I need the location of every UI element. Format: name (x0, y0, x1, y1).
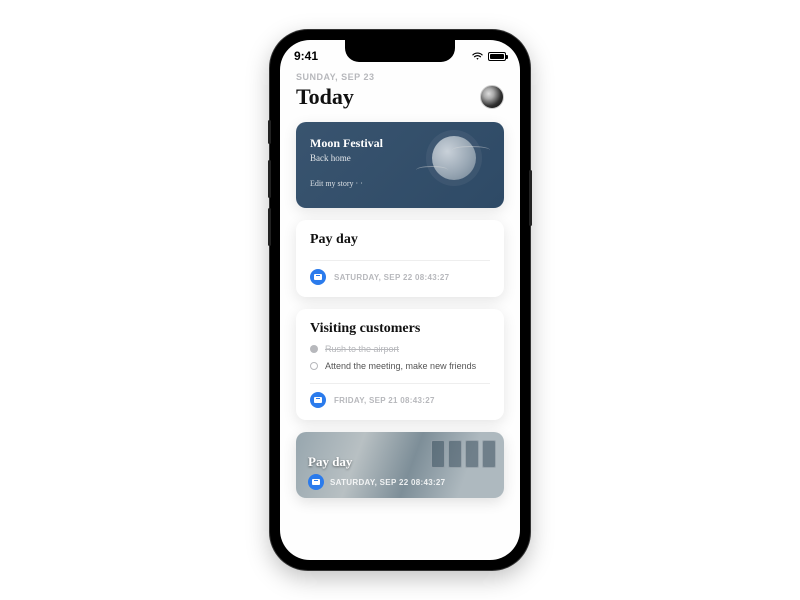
status-time: 9:41 (294, 49, 318, 63)
phone-side-button (268, 160, 271, 198)
task-row[interactable]: Attend the meeting, make new friends (310, 361, 490, 371)
content: SUNDAY, SEP 23 Today Moon Festival Back … (280, 66, 520, 560)
task-text: Attend the meeting, make new friends (325, 361, 476, 371)
notch (345, 40, 455, 62)
featured-action[interactable]: Edit my story · · (310, 179, 490, 188)
page-title: Today (296, 84, 354, 110)
screen: 9:41 SUNDAY, SEP 23 Today Moon Fes (280, 40, 520, 560)
image-card-overlay: Pay day SATURDAY, SEP 22 08:43:27 (308, 454, 445, 490)
card-title: Pay day (310, 232, 490, 248)
phone-frame: 9:41 SUNDAY, SEP 23 Today Moon Fes (270, 30, 530, 570)
header-row: Today (296, 84, 504, 110)
date-line: SUNDAY, SEP 23 (296, 72, 504, 82)
battery-icon (488, 52, 506, 61)
phone-side-button (268, 120, 271, 144)
phone-side-button (268, 208, 271, 246)
calendar-badge-icon (310, 392, 326, 408)
featured-subtitle: Back home (310, 153, 490, 163)
card-footer-text: SATURDAY, SEP 22 08:43:27 (334, 273, 449, 282)
card-title: Pay day (308, 454, 445, 470)
task-text: Rush to the airport (325, 344, 399, 354)
card-footer-text: SATURDAY, SEP 22 08:43:27 (330, 478, 445, 487)
cloud-icon (416, 166, 448, 174)
card-footer: FRIDAY, SEP 21 08:43:27 (310, 383, 490, 408)
task-bullet-open-icon (310, 362, 318, 370)
calendar-badge-icon (310, 269, 326, 285)
task-bullet-done-icon (310, 345, 318, 353)
card-title: Visiting customers (310, 321, 490, 337)
phone-side-button (529, 170, 532, 226)
calendar-badge-icon (308, 474, 324, 490)
card-footer-text: FRIDAY, SEP 21 08:43:27 (334, 396, 435, 405)
event-card[interactable]: Pay day SATURDAY, SEP 22 08:43:27 (296, 220, 504, 297)
event-card[interactable]: Visiting customers Rush to the airport A… (296, 309, 504, 420)
wifi-icon (471, 51, 484, 61)
card-footer: SATURDAY, SEP 22 08:43:27 (310, 260, 490, 285)
image-card[interactable]: Pay day SATURDAY, SEP 22 08:43:27 (296, 432, 504, 498)
featured-card[interactable]: Moon Festival Back home Edit my story · … (296, 122, 504, 208)
avatar[interactable] (480, 85, 504, 109)
task-row[interactable]: Rush to the airport (310, 344, 490, 354)
status-right (471, 51, 506, 61)
